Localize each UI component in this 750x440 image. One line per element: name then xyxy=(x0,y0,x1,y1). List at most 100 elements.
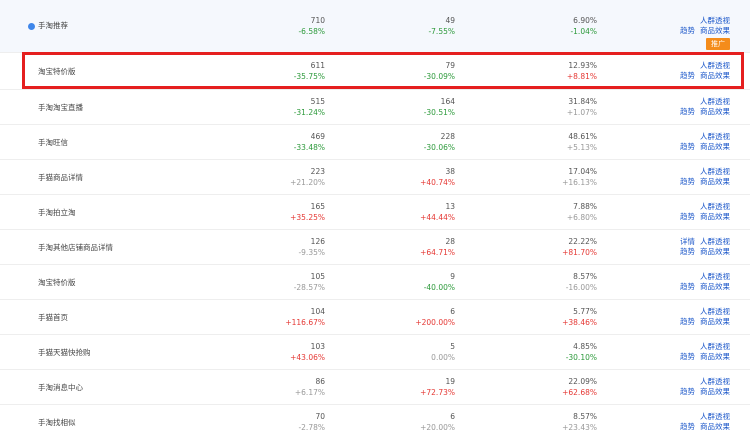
metric-cell: 8.57% +23.43% xyxy=(497,412,597,433)
metric-cell: 6.90% -1.04% xyxy=(497,16,597,37)
metric-value: 22.22% xyxy=(568,237,597,246)
source-name[interactable]: 手猫天猫快抢购 xyxy=(38,335,91,370)
metric-change: +64.71% xyxy=(420,248,455,257)
crowd-perspective-link[interactable]: 人群透视 xyxy=(700,16,730,25)
source-name[interactable]: 手猫商品详情 xyxy=(38,160,83,195)
metric-cell: 164 -30.51% xyxy=(355,97,455,118)
metric-value: 104 xyxy=(310,307,325,316)
product-effect-link[interactable]: 商品效果 xyxy=(700,71,730,80)
metric-change: +16.13% xyxy=(562,178,597,187)
detail-link[interactable]: 详情 xyxy=(680,237,695,246)
promote-button[interactable]: 推广 xyxy=(706,37,730,50)
metric-cell: 9 -40.00% xyxy=(355,272,455,293)
source-name[interactable]: 手淘其他店铺商品详情 xyxy=(38,230,113,265)
metric-change: -30.51% xyxy=(423,108,455,117)
metric-change: +62.68% xyxy=(562,388,597,397)
crowd-perspective-link[interactable]: 人群透视 xyxy=(700,412,730,421)
metric-change: +8.81% xyxy=(566,72,597,81)
crowd-perspective-link[interactable]: 人群透视 xyxy=(700,97,730,106)
source-name[interactable]: 淘宝特价版 xyxy=(38,265,76,300)
metric-change: +43.06% xyxy=(290,353,325,362)
metric-cell: 223 +21.20% xyxy=(225,167,325,188)
metric-change: +116.67% xyxy=(285,318,325,327)
metric-cell: 38 +40.74% xyxy=(355,167,455,188)
metric-value: 223 xyxy=(310,167,325,176)
row-actions: 人群透视 趋势 商品效果 xyxy=(648,272,730,292)
trend-link[interactable]: 趋势 xyxy=(680,317,695,326)
crowd-perspective-link[interactable]: 人群透视 xyxy=(700,202,730,211)
product-effect-link[interactable]: 商品效果 xyxy=(700,387,730,396)
product-effect-link[interactable]: 商品效果 xyxy=(700,212,730,221)
source-name[interactable]: 手淘推荐 xyxy=(38,0,68,52)
crowd-perspective-link[interactable]: 人群透视 xyxy=(700,377,730,386)
crowd-perspective-link[interactable]: 人群透视 xyxy=(700,237,730,246)
metric-value: 38 xyxy=(445,167,455,176)
trend-link[interactable]: 趋势 xyxy=(680,71,695,80)
crowd-perspective-link[interactable]: 人群透视 xyxy=(700,272,730,281)
crowd-perspective-link[interactable]: 人群透视 xyxy=(700,132,730,141)
source-name[interactable]: 手淘拍立淘 xyxy=(38,195,76,230)
metric-change: +200.00% xyxy=(415,318,455,327)
metric-value: 17.04% xyxy=(568,167,597,176)
product-effect-link[interactable]: 商品效果 xyxy=(700,142,730,151)
trend-link[interactable]: 趋势 xyxy=(680,142,695,151)
metric-change: -7.55% xyxy=(428,26,455,36)
product-effect-link[interactable]: 商品效果 xyxy=(700,282,730,291)
row-actions: 人群透视 趋势 商品效果 xyxy=(648,97,730,117)
product-effect-link[interactable]: 商品效果 xyxy=(700,422,730,431)
trend-link[interactable]: 趋势 xyxy=(680,352,695,361)
trend-link[interactable]: 趋势 xyxy=(680,387,695,396)
metric-cell: 12.93% +8.81% xyxy=(497,61,597,82)
metric-value: 105 xyxy=(310,272,325,281)
metric-cell: 48.61% +5.13% xyxy=(497,132,597,153)
product-effect-link[interactable]: 商品效果 xyxy=(700,317,730,326)
metric-value: 8.57% xyxy=(573,412,597,421)
source-name[interactable]: 手淘消息中心 xyxy=(38,370,83,405)
metric-cell: 19 +72.73% xyxy=(355,377,455,398)
metric-change: -35.75% xyxy=(293,72,325,81)
source-name[interactable]: 手猫首页 xyxy=(38,300,68,335)
crowd-perspective-link[interactable]: 人群透视 xyxy=(700,342,730,351)
product-effect-link[interactable]: 商品效果 xyxy=(700,352,730,361)
metric-value: 8.57% xyxy=(573,272,597,281)
product-effect-link[interactable]: 商品效果 xyxy=(700,26,730,35)
source-name[interactable]: 手淘淘宝直播 xyxy=(38,90,83,125)
crowd-perspective-link[interactable]: 人群透视 xyxy=(700,61,730,70)
trend-link[interactable]: 趋势 xyxy=(680,212,695,221)
trend-link[interactable]: 趋势 xyxy=(680,247,695,256)
metric-change: +81.70% xyxy=(562,248,597,257)
table-row: 手淘淘宝直播 515 -31.24% 164 -30.51% 31.84% +1.07% 人群… xyxy=(0,89,750,124)
crowd-perspective-link[interactable]: 人群透视 xyxy=(700,307,730,316)
metric-value: 164 xyxy=(440,97,455,106)
source-name[interactable]: 手淘旺信 xyxy=(38,125,68,160)
info-icon xyxy=(28,22,35,30)
metric-change: +6.80% xyxy=(566,213,597,222)
metric-cell: 13 +44.44% xyxy=(355,202,455,223)
table-row: 手淘其他店铺商品详情 126 -9.35% 28 +64.71% 22.22% +81.70… xyxy=(0,229,750,264)
metric-cell: 6 +200.00% xyxy=(355,307,455,328)
crowd-perspective-link[interactable]: 人群透视 xyxy=(700,167,730,176)
metric-cell: 79 -30.09% xyxy=(355,61,455,82)
trend-link[interactable]: 趋势 xyxy=(680,177,695,186)
metric-cell: 8.57% -16.00% xyxy=(497,272,597,293)
source-name[interactable]: 手淘找相似 xyxy=(38,405,76,440)
metric-change: +5.13% xyxy=(566,143,597,152)
trend-link[interactable]: 趋势 xyxy=(680,107,695,116)
traffic-source-table: 手淘推荐 710 -6.58% 49 -7.55% 6.90% -1.04% 人群透视 趋势 商品… xyxy=(0,0,750,439)
source-name[interactable]: 淘宝特价版 xyxy=(38,53,76,90)
table-row: 手淘找相似 70 -2.78% 6 +20.00% 8.57% +23.43% 人群透视 趋势商… xyxy=(0,404,750,439)
product-effect-link[interactable]: 商品效果 xyxy=(700,107,730,116)
trend-link[interactable]: 趋势 xyxy=(680,422,695,431)
metric-change: +6.17% xyxy=(294,388,325,397)
metric-change: -30.09% xyxy=(423,72,455,81)
metric-value: 31.84% xyxy=(568,97,597,106)
trend-link[interactable]: 趋势 xyxy=(680,282,695,291)
metric-value: 7.88% xyxy=(573,202,597,211)
metric-cell: 22.09% +62.68% xyxy=(497,377,597,398)
trend-link[interactable]: 趋势 xyxy=(680,26,695,35)
product-effect-link[interactable]: 商品效果 xyxy=(700,177,730,186)
metric-value: 611 xyxy=(310,61,325,70)
product-effect-link[interactable]: 商品效果 xyxy=(700,247,730,256)
metric-cell: 5 0.00% xyxy=(355,342,455,363)
metric-cell: 469 -33.48% xyxy=(225,132,325,153)
